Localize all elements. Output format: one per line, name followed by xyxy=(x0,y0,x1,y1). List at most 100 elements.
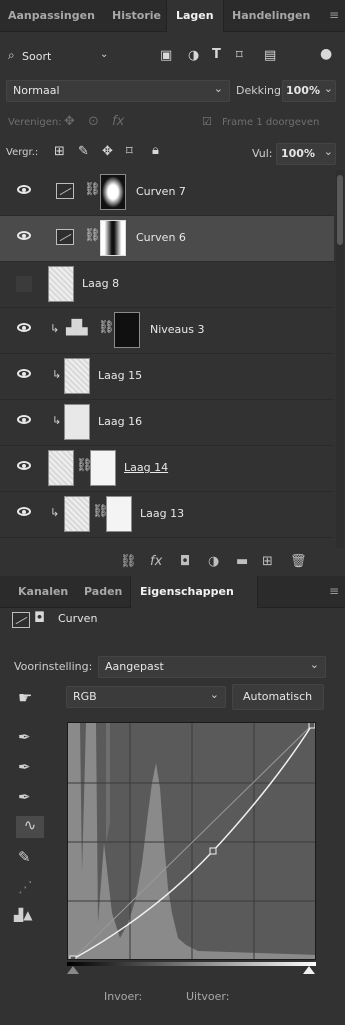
visibility-eye-icon[interactable] xyxy=(17,415,31,424)
clipping-warning-icon[interactable]: ▟▲ xyxy=(14,908,32,922)
visibility-eye-icon[interactable] xyxy=(17,507,31,516)
layer-thumbnail[interactable] xyxy=(48,450,74,486)
curve-edit-points-icon[interactable]: ∿ xyxy=(16,816,44,838)
layer-thumbnail[interactable] xyxy=(64,496,90,532)
layer-mask-thumbnail[interactable] xyxy=(114,312,140,348)
smooth-curve-icon[interactable]: ⋰ xyxy=(18,878,33,896)
shape-filter-icon[interactable]: ⌑ xyxy=(236,48,243,63)
channel-dropdown[interactable]: RGB ⌄ xyxy=(66,686,226,708)
layer-mask-thumbnail[interactable] xyxy=(100,220,126,256)
layer-name[interactable]: Curven 7 xyxy=(136,185,186,198)
lock-position-icon[interactable]: ✥ xyxy=(102,144,113,159)
visibility-eye-icon[interactable] xyxy=(17,369,31,378)
layer-row-laag-16[interactable]: ↳ Laag 16 xyxy=(0,400,334,446)
adjustment-filter-icon[interactable]: ◑ xyxy=(188,48,199,63)
layer-row-laag-15[interactable]: ↳ Laag 15 xyxy=(0,354,334,400)
layer-name[interactable]: Laag 8 xyxy=(82,277,119,290)
visibility-eye-icon[interactable] xyxy=(17,231,31,240)
pencil-draw-icon[interactable]: ✎ xyxy=(18,848,31,866)
layer-name[interactable]: Laag 13 xyxy=(140,507,184,520)
layer-name[interactable]: Laag 16 xyxy=(98,415,142,428)
visibility-toggle-off[interactable] xyxy=(16,276,32,292)
preset-value: Aangepast xyxy=(105,660,164,673)
layer-thumbnail[interactable] xyxy=(64,404,90,440)
layer-mask-thumbnail[interactable] xyxy=(106,496,132,532)
type-filter-icon[interactable]: T xyxy=(212,47,221,62)
black-eyedropper-icon[interactable]: ✒ xyxy=(18,728,31,746)
opacity-value: 100% xyxy=(286,84,320,97)
lock-image-icon[interactable]: ✎ xyxy=(78,144,89,159)
gray-eyedropper-icon[interactable]: ✒ xyxy=(18,758,31,776)
panel-menu-icon[interactable]: ≡ xyxy=(329,584,339,598)
visibility-eye-icon[interactable] xyxy=(17,461,31,470)
new-group-icon[interactable]: ▬ xyxy=(236,554,248,569)
unify-visibility-icon[interactable]: ⊙ xyxy=(88,114,99,129)
curves-graph[interactable] xyxy=(67,722,316,960)
layer-name[interactable]: Niveaus 3 xyxy=(150,323,205,336)
auto-button-label: Automatisch xyxy=(243,690,313,703)
layer-thumbnail[interactable] xyxy=(64,358,90,394)
preset-dropdown[interactable]: Aangepast ⌄ xyxy=(98,656,326,678)
unify-style-icon[interactable]: fx xyxy=(112,114,124,129)
preset-label: Voorinstelling: xyxy=(14,660,93,673)
panel-menu-icon[interactable]: ≡ xyxy=(329,8,339,22)
blend-mode-dropdown[interactable]: Normaal ⌄ xyxy=(6,80,230,102)
curves-adjustment-icon xyxy=(12,612,30,628)
tab-aanpassingen[interactable]: Aanpassingen xyxy=(8,9,95,22)
layer-row-laag-8[interactable]: Laag 8 xyxy=(0,262,334,308)
layer-row-curven-6[interactable]: ⛓︎ Curven 6 xyxy=(0,216,334,262)
white-point-slider[interactable] xyxy=(303,966,315,974)
curve-point-white[interactable] xyxy=(308,723,315,729)
layer-name[interactable]: Laag 14 xyxy=(124,461,168,474)
frame-checkbox[interactable]: ☑ xyxy=(202,115,212,128)
pixel-filter-icon[interactable]: ▣ xyxy=(160,48,172,63)
layer-row-curven-7[interactable]: ⛓︎ Curven 7 xyxy=(0,170,334,216)
white-eyedropper-icon[interactable]: ✒ xyxy=(18,788,31,806)
mask-icon[interactable]: ◘ xyxy=(34,610,45,626)
tab-historie[interactable]: Historie xyxy=(112,9,161,22)
tab-lagen[interactable]: Lagen xyxy=(176,9,214,22)
new-layer-icon[interactable]: ⊞ xyxy=(262,554,273,569)
layer-row-laag-13[interactable]: ↳ ⛓︎ Laag 13 xyxy=(0,492,334,538)
unify-position-icon[interactable]: ✥ xyxy=(64,114,75,129)
black-point-slider[interactable] xyxy=(67,966,79,974)
layer-row-laag-14[interactable]: ⛓︎ Laag 14 xyxy=(0,446,334,492)
frame-propagate-label: Frame 1 doorgeven xyxy=(222,117,320,128)
lock-artboard-icon[interactable]: ⌑ xyxy=(126,144,133,159)
output-label: Uitvoer: xyxy=(186,990,230,1003)
layer-mask-thumbnail[interactable] xyxy=(90,450,116,486)
curve-point-black[interactable] xyxy=(69,955,77,960)
opacity-field[interactable]: 100% ⌄ xyxy=(282,80,336,102)
smart-object-filter-icon[interactable]: ▤ xyxy=(264,48,276,63)
curve-point-mid[interactable] xyxy=(209,847,217,855)
filter-kind-label[interactable]: Soort xyxy=(22,50,51,63)
layer-name[interactable]: Curven 6 xyxy=(136,231,186,244)
clipping-arrow-icon: ↳ xyxy=(52,414,62,427)
layer-filter-row: ⌕ Soort ⌄ ▣ ◑ T ⌑ ▤ ● xyxy=(0,46,345,72)
lock-all-icon[interactable]: 🔒︎ xyxy=(152,143,159,158)
add-mask-icon[interactable]: ◘ xyxy=(180,554,190,569)
tab-eigenschappen[interactable]: Eigenschappen xyxy=(140,585,234,598)
targeted-adjustment-hand-icon[interactable]: ☛ xyxy=(18,688,32,707)
layer-mask-thumbnail[interactable] xyxy=(100,174,126,210)
lock-transparency-icon[interactable]: ⊞ xyxy=(54,144,65,159)
levels-adjustment-icon: ▟▙ xyxy=(66,320,88,336)
layer-name[interactable]: Laag 15 xyxy=(98,369,142,382)
fill-field[interactable]: 100% ⌄ xyxy=(276,143,336,165)
tab-kanalen[interactable]: Kanalen xyxy=(18,585,68,598)
tab-handelingen[interactable]: Handelingen xyxy=(232,9,310,22)
tab-paden[interactable]: Paden xyxy=(84,585,122,598)
layer-row-niveaus-3[interactable]: ↳ ▟▙ ⛓︎ Niveaus 3 xyxy=(0,308,334,354)
trash-icon[interactable]: 🗑︎ xyxy=(290,554,307,569)
chevron-down-icon: ⌄ xyxy=(323,82,333,95)
fx-icon[interactable]: fx xyxy=(150,554,162,569)
new-adjustment-icon[interactable]: ◑ xyxy=(208,554,219,569)
chevron-down-icon[interactable]: ⌄ xyxy=(100,49,108,60)
filter-toggle-icon[interactable]: ● xyxy=(320,46,332,62)
link-layers-icon[interactable]: ⛓︎ xyxy=(120,554,137,569)
layer-thumbnail[interactable] xyxy=(48,266,74,302)
visibility-eye-icon[interactable] xyxy=(17,185,31,194)
layers-scrollbar-thumb[interactable] xyxy=(337,175,343,245)
visibility-eye-icon[interactable] xyxy=(17,323,31,332)
auto-button[interactable]: Automatisch xyxy=(232,684,324,710)
